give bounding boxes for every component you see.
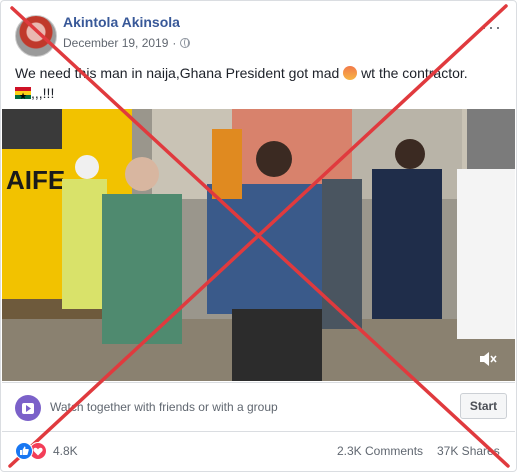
post-text: We need this man in naija,Ghana Presiden… [15, 63, 495, 106]
globe-icon [180, 38, 191, 48]
post-card: Akintola Akinsola December 19, 2019 · ··… [0, 0, 517, 472]
like-reaction-icon [15, 442, 33, 460]
author-avatar[interactable] [15, 15, 57, 57]
post-text-part2: wt the contractor. [361, 65, 468, 81]
watch-party-bar: Watch together with friends or with a gr… [2, 382, 515, 432]
post-text-part3: ,,,!!! [31, 85, 55, 101]
shares-count-link[interactable]: 37K Shares [437, 444, 500, 458]
angry-emoji-icon [343, 66, 358, 80]
ghana-flag-icon [15, 86, 31, 106]
meta-separator: · [172, 36, 177, 50]
reaction-count: 4.8K [53, 444, 78, 458]
excavator-brand-text: AIFE [6, 165, 65, 195]
author-name[interactable]: Akintola Akinsola [63, 14, 180, 30]
watch-party-icon [15, 395, 41, 421]
post-text-part1: We need this man in naija,Ghana Presiden… [15, 65, 340, 81]
watch-party-label: Watch together with friends or with a gr… [50, 400, 278, 414]
reaction-summary[interactable]: 4.8K [15, 442, 78, 460]
mute-icon[interactable] [479, 351, 497, 367]
comments-count-link[interactable]: 2.3K Comments [337, 444, 423, 458]
video-frame: AIFE [2, 109, 515, 381]
post-date[interactable]: December 19, 2019 [63, 36, 168, 50]
start-button[interactable]: Start [460, 393, 507, 419]
post-meta: December 19, 2019 · [63, 36, 191, 50]
more-options-button[interactable]: ··· [481, 17, 502, 38]
video-player[interactable]: AIFE [2, 109, 515, 381]
